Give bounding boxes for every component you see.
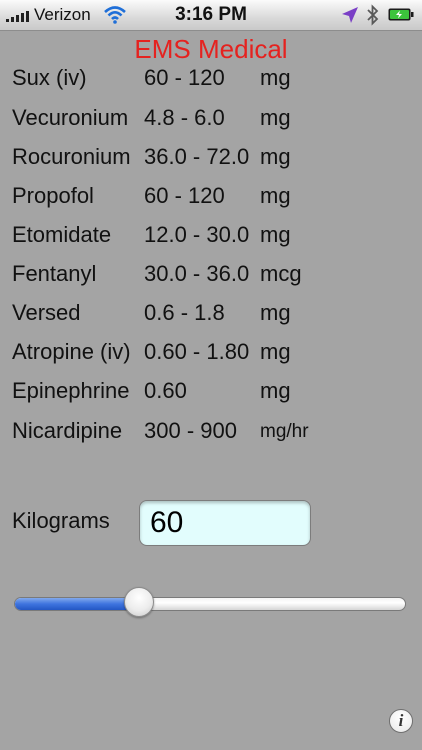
drug-name: Epinephrine bbox=[12, 378, 130, 403]
slider-thumb[interactable] bbox=[124, 587, 154, 617]
location-arrow-icon bbox=[342, 7, 358, 23]
drug-name: Fentanyl bbox=[12, 261, 97, 286]
drug-unit: mg bbox=[260, 339, 291, 364]
drug-row: Rocuronium 36.0 - 72.0 mg bbox=[0, 144, 422, 174]
drug-name: Propofol bbox=[12, 183, 94, 208]
drug-unit: mg bbox=[260, 105, 291, 130]
drug-dose: 0.6 - 1.8 bbox=[144, 300, 225, 325]
battery-charging-icon bbox=[388, 8, 414, 21]
drug-name: Etomidate bbox=[12, 222, 112, 247]
drug-unit: mg bbox=[260, 378, 291, 403]
drug-unit: mg bbox=[260, 144, 291, 169]
drug-dose: 12.0 - 30.0 bbox=[144, 222, 250, 247]
drug-dose: 0.60 - 1.80 bbox=[144, 339, 250, 364]
drug-row: Versed 0.6 - 1.8 mg bbox=[0, 300, 422, 330]
info-icon[interactable]: i bbox=[389, 709, 413, 733]
drug-row: Fentanyl 30.0 - 36.0 mcg bbox=[0, 261, 422, 291]
drug-dose: 30.0 - 36.0 bbox=[144, 261, 250, 286]
drug-unit: mg/hr bbox=[260, 421, 309, 442]
drug-dose: 60 - 120 bbox=[144, 65, 225, 90]
drug-row: Sux (iv) 60 - 120 mg bbox=[0, 65, 422, 95]
drug-unit: mcg bbox=[260, 261, 302, 286]
kilograms-label: Kilograms bbox=[12, 508, 110, 533]
drug-name: Rocuronium bbox=[12, 144, 131, 169]
kilograms-input[interactable] bbox=[139, 500, 311, 546]
bluetooth-icon bbox=[367, 4, 379, 26]
drug-row: Propofol 60 - 120 mg bbox=[0, 183, 422, 213]
drug-row: Nicardipine 300 - 900 mg/hr bbox=[0, 418, 422, 448]
drug-unit: mg bbox=[260, 183, 291, 208]
drug-dose: 60 - 120 bbox=[144, 183, 225, 208]
drug-dose: 4.8 - 6.0 bbox=[144, 105, 225, 130]
drug-name: Vecuronium bbox=[12, 105, 129, 130]
drug-dose: 0.60 bbox=[144, 378, 187, 403]
drug-row: Etomidate 12.0 - 30.0 mg bbox=[0, 222, 422, 252]
drug-dose: 36.0 - 72.0 bbox=[144, 144, 250, 169]
app-title: EMS Medical bbox=[134, 34, 288, 64]
drug-unit: mg bbox=[260, 222, 291, 247]
drug-name: Nicardipine bbox=[12, 418, 123, 443]
slider-fill bbox=[15, 598, 133, 610]
drug-name: Atropine (iv) bbox=[12, 339, 131, 364]
drug-unit: mg bbox=[260, 65, 291, 90]
weight-slider[interactable] bbox=[14, 597, 406, 611]
drug-row: Epinephrine 0.60 mg bbox=[0, 378, 422, 408]
drug-name: Sux (iv) bbox=[12, 65, 87, 90]
drug-name: Versed bbox=[12, 300, 81, 325]
drug-unit: mg bbox=[260, 300, 291, 325]
drug-dose: 300 - 900 bbox=[144, 418, 237, 443]
drug-row: Atropine (iv) 0.60 - 1.80 mg bbox=[0, 339, 422, 369]
status-bar: Verizon 3:16 PM bbox=[0, 0, 422, 31]
drug-row: Vecuronium 4.8 - 6.0 mg bbox=[0, 105, 422, 135]
